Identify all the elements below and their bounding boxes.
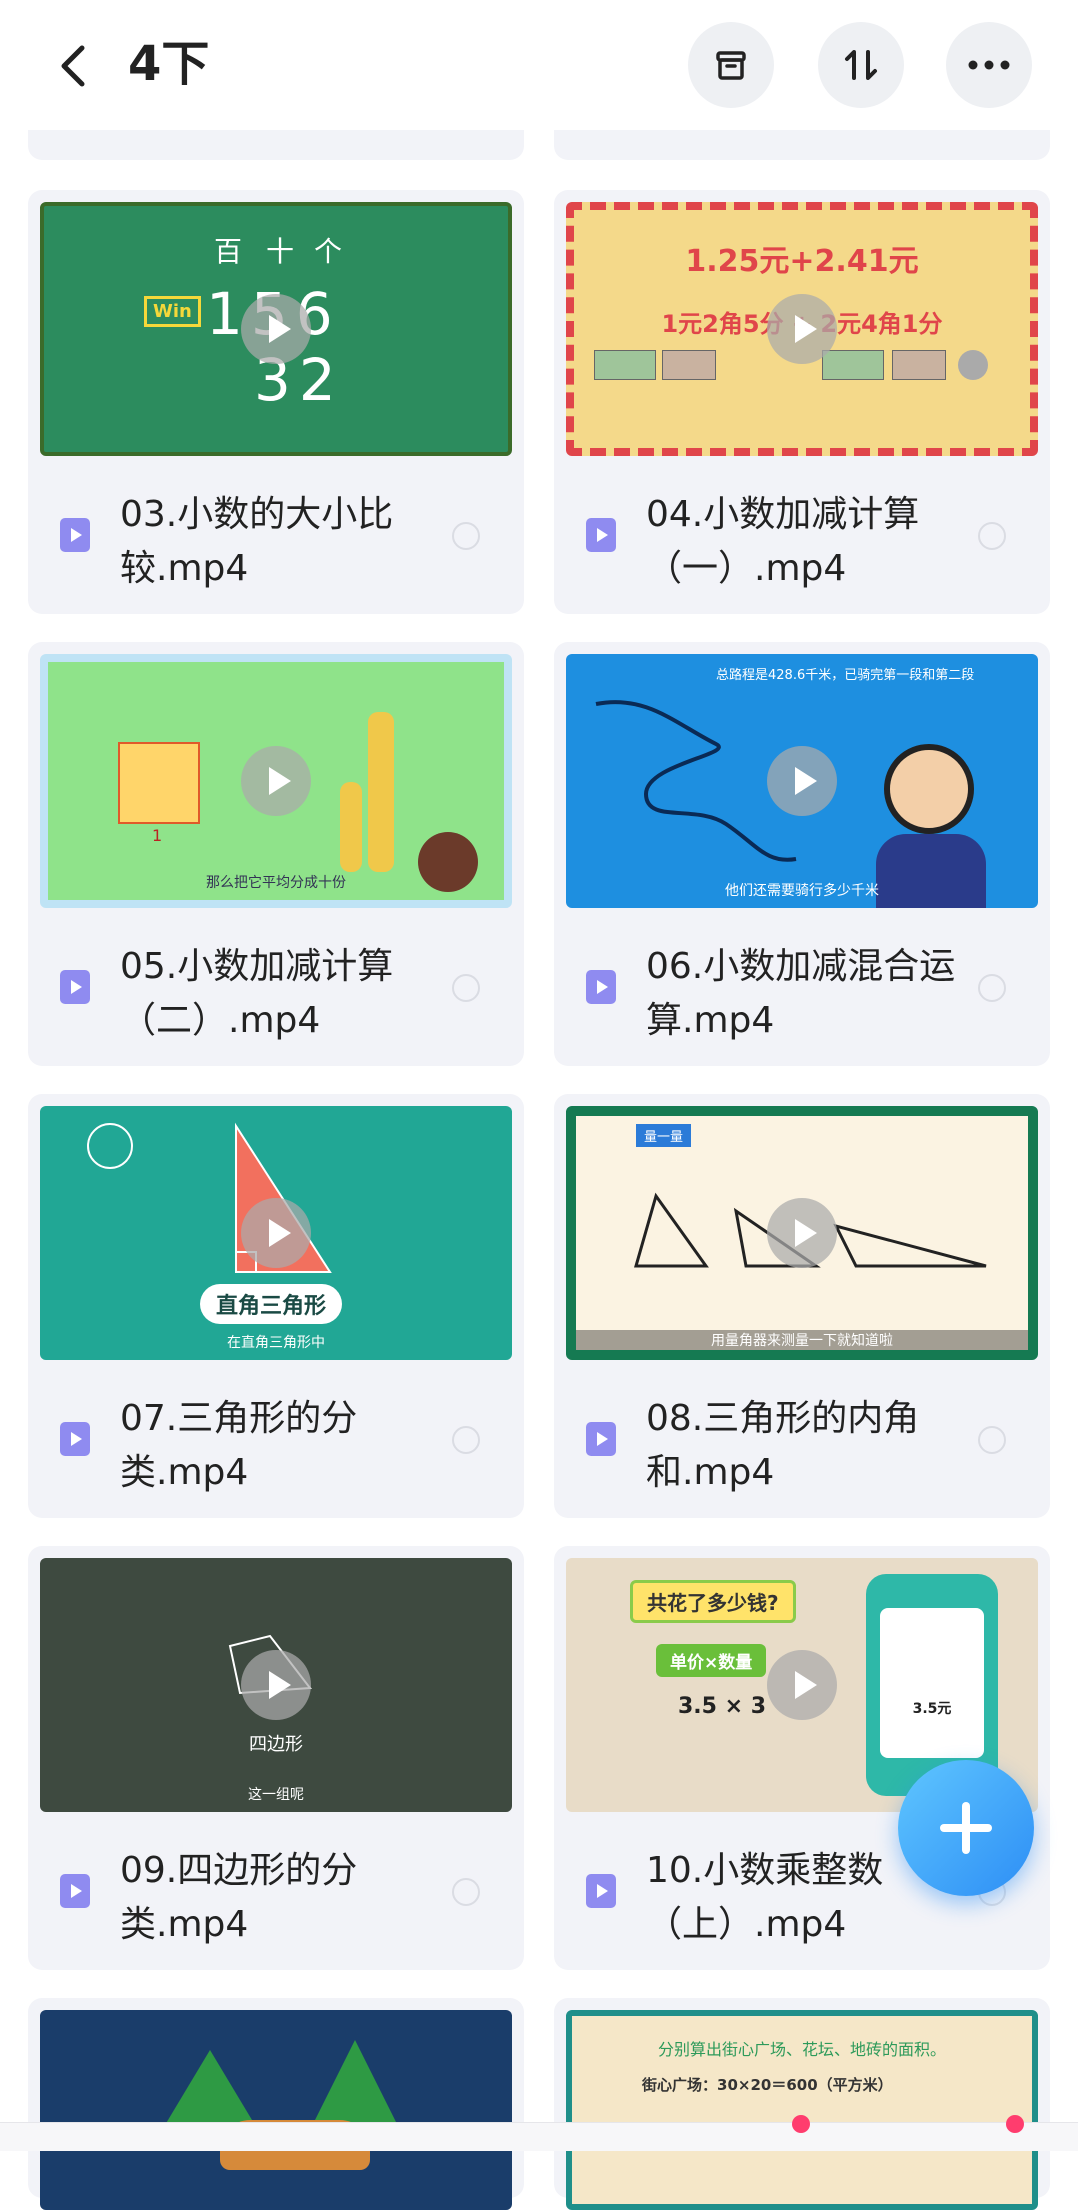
thumb-caption: 他们还需要骑行多少千米 — [725, 883, 879, 899]
thumb-label: 直角三角形 — [200, 1284, 343, 1324]
video-file-icon — [60, 518, 90, 552]
add-button[interactable] — [898, 1760, 1034, 1896]
video-thumbnail: 直角三角形 在直角三角形中 — [40, 1106, 512, 1360]
thumb-caption: 用量角器来测量一下就知道啦 — [576, 1330, 1028, 1350]
video-thumbnail: 总路程是428.6千米，已骑完第一段和第二段 他们还需要骑行多少千米 — [566, 654, 1038, 908]
video-thumbnail: 量一量 用量角器来测量一下就知道啦 — [566, 1106, 1038, 1360]
file-name: 04.小数加减计算（一）.mp4 — [646, 494, 920, 589]
coin-image — [958, 350, 988, 380]
thumb-badge: Win — [144, 296, 201, 327]
more-icon — [968, 60, 1010, 70]
video-thumbnail: 四边形 这一组呢 — [40, 1558, 512, 1812]
video-file-icon — [586, 970, 616, 1004]
thumb-text: 十 — [266, 235, 295, 268]
thumb-text: 街心广场：30×20＝600（平方米） — [642, 2076, 893, 2094]
banknote-image — [594, 350, 656, 380]
video-file-icon — [60, 1874, 90, 1908]
video-file-icon — [60, 1422, 90, 1456]
file-card[interactable] — [28, 1998, 524, 2210]
banknote-image — [662, 350, 716, 380]
thumb-text: 1 — [152, 826, 163, 845]
more-button[interactable] — [946, 22, 1032, 108]
play-icon[interactable] — [241, 294, 311, 364]
video-thumbnail: 1 那么把它平均分成十份 — [40, 654, 512, 908]
giraffe-image — [368, 712, 394, 872]
video-thumbnail: 百 十 个 156 32 Win — [40, 202, 512, 456]
banknote-image — [892, 350, 946, 380]
thumb-text: 总路程是428.6千米，已骑完第一段和第二段 — [716, 668, 975, 683]
select-checkbox[interactable] — [978, 1426, 1006, 1454]
price-text: 3.5元 — [912, 1701, 952, 1717]
video-thumbnail — [40, 2010, 512, 2210]
video-file-icon — [60, 970, 90, 1004]
file-name: 07.三角形的分类.mp4 — [120, 1398, 358, 1493]
bottom-bar — [0, 2115, 1078, 2151]
file-card[interactable]: 1.25元+2.41元 1元2角5分 + 2元4角1分 04.小数加减计算（一）… — [554, 190, 1050, 614]
select-checkbox[interactable] — [978, 974, 1006, 1002]
thumb-caption: 那么把它平均分成十份 — [206, 875, 346, 891]
play-icon[interactable] — [767, 1198, 837, 1268]
file-card[interactable]: 总路程是428.6千米，已骑完第一段和第二段 他们还需要骑行多少千米 06.小数… — [554, 642, 1050, 1066]
file-card[interactable]: 共花了多少钱? 单价×数量 3.5 × 3 3.5元 10.小数乘整数（上）.m… — [554, 1546, 1050, 1970]
file-name: 05.小数加减计算（二）.mp4 — [120, 946, 394, 1041]
file-name: 06.小数加减混合运算.mp4 — [646, 946, 956, 1041]
file-card[interactable]: 四边形 这一组呢 09.四边形的分类.mp4 — [28, 1546, 524, 1970]
play-icon[interactable] — [241, 1650, 311, 1720]
play-icon[interactable] — [767, 1650, 837, 1720]
video-thumbnail: 分别算出街心广场、花坛、地砖的面积。 街心广场：30×20＝600（平方米） — [566, 2010, 1038, 2210]
thumb-label: 共花了多少钱? — [630, 1580, 796, 1623]
top-bar: 4下 — [0, 0, 1078, 130]
back-icon — [61, 45, 85, 87]
video-thumbnail: 1.25元+2.41元 1元2角5分 + 2元4角1分 — [566, 202, 1038, 456]
sort-icon — [845, 50, 877, 80]
page-title: 4下 — [128, 36, 210, 92]
file-card[interactable]: 1 那么把它平均分成十份 05.小数加减计算（二）.mp4 — [28, 642, 524, 1066]
play-icon[interactable] — [241, 1198, 311, 1268]
thumb-text: 1.25元+2.41元 — [685, 244, 919, 279]
archive-icon — [716, 51, 746, 80]
thumb-text: 四边形 — [249, 1734, 303, 1755]
giraffe-image — [340, 782, 362, 872]
back-button[interactable] — [48, 38, 98, 94]
play-icon[interactable] — [241, 746, 311, 816]
select-checkbox[interactable] — [452, 1426, 480, 1454]
thumb-text: 百 — [214, 235, 243, 268]
thumb-text: 个 — [314, 235, 343, 268]
square-shape — [118, 742, 200, 824]
video-file-icon — [586, 1874, 616, 1908]
banknote-image — [822, 350, 884, 380]
thumb-text: 3.5 × 3 — [678, 1694, 767, 1719]
select-checkbox[interactable] — [452, 522, 480, 550]
file-name: 03.小数的大小比较.mp4 — [120, 494, 394, 589]
file-card[interactable]: 量一量 用量角器来测量一下就知道啦 08.三角形的内角和.mp4 — [554, 1094, 1050, 1518]
video-file-icon — [586, 518, 616, 552]
thumb-caption: 在直角三角形中 — [227, 1335, 325, 1351]
archive-button[interactable] — [688, 22, 774, 108]
file-card[interactable]: 直角三角形 在直角三角形中 07.三角形的分类.mp4 — [28, 1094, 524, 1518]
select-checkbox[interactable] — [452, 1878, 480, 1906]
thumb-caption: 这一组呢 — [248, 1787, 304, 1803]
thumb-text: 分别算出街心广场、花坛、地砖的面积。 — [657, 2040, 946, 2059]
notification-dot — [1006, 2115, 1024, 2133]
thumb-label: 单价×数量 — [656, 1644, 767, 1677]
play-icon[interactable] — [767, 294, 837, 364]
file-name: 08.三角形的内角和.mp4 — [646, 1398, 920, 1493]
cartoon-teacher-image — [884, 744, 974, 834]
file-name: 09.四边形的分类.mp4 — [120, 1850, 358, 1945]
file-card[interactable]: 分别算出街心广场、花坛、地砖的面积。 街心广场：30×20＝600（平方米） — [554, 1998, 1050, 2210]
phone-screen: 3.5元 — [880, 1608, 984, 1758]
play-icon[interactable] — [767, 746, 837, 816]
select-checkbox[interactable] — [978, 522, 1006, 550]
file-card[interactable]: 百 十 个 156 32 Win 03.小数的大小比较.mp4 — [28, 190, 524, 614]
video-file-icon — [586, 1422, 616, 1456]
notification-dot — [792, 2115, 810, 2133]
sort-button[interactable] — [818, 22, 904, 108]
select-checkbox[interactable] — [452, 974, 480, 1002]
